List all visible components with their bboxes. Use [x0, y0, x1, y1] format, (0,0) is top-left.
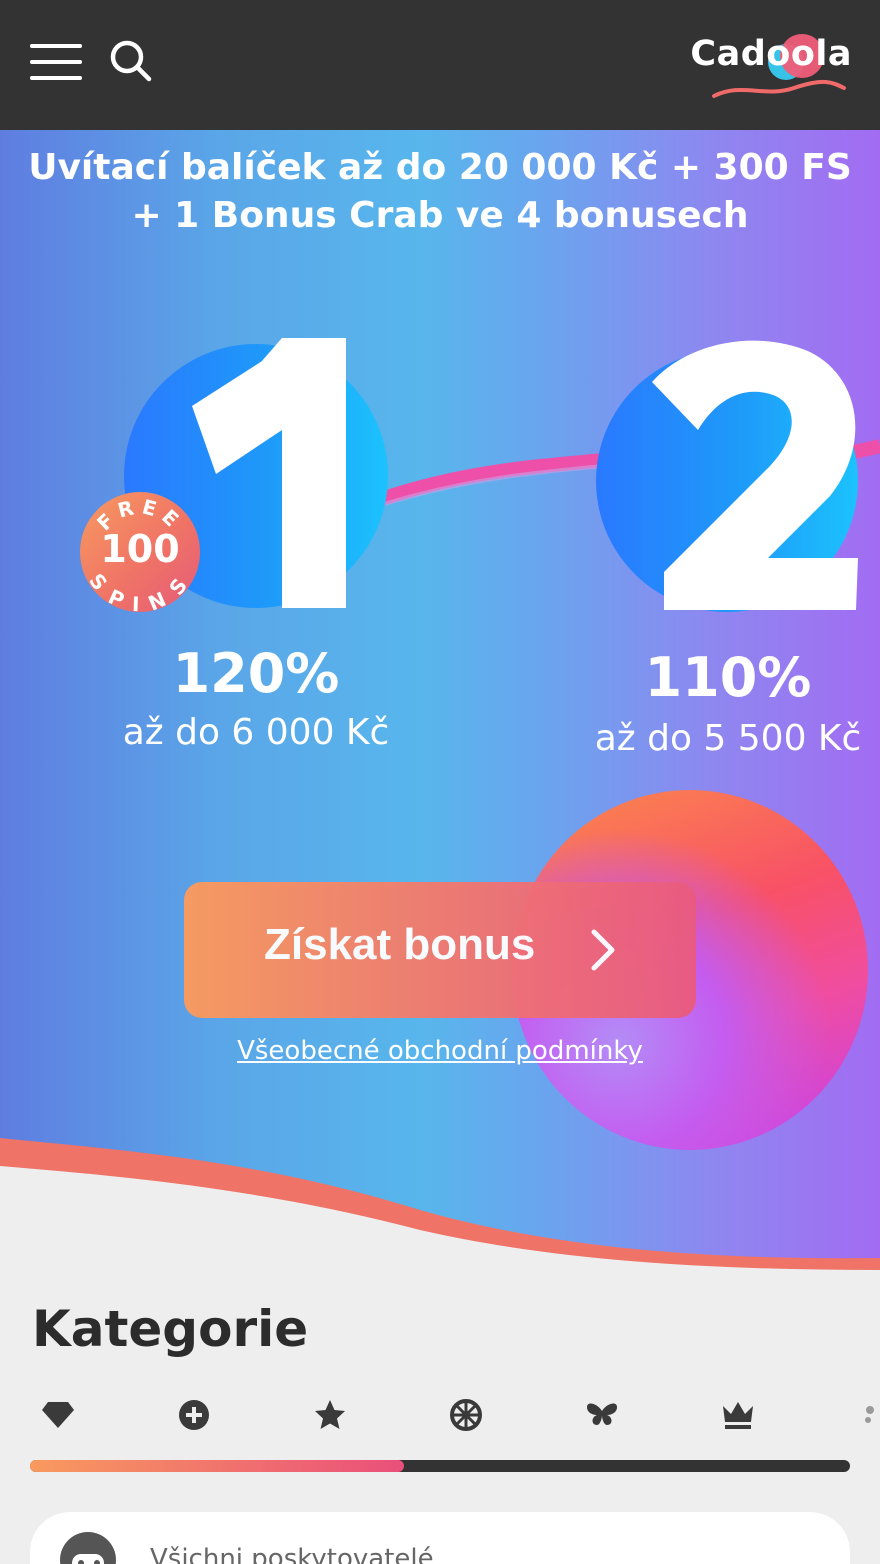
- cadoola-logo[interactable]: Cadoola: [690, 26, 852, 106]
- hamburger-menu-icon[interactable]: [30, 42, 82, 82]
- more-category-icon[interactable]: [848, 1390, 880, 1440]
- category-scroll-thumb[interactable]: [30, 1460, 404, 1472]
- star-icon[interactable]: [305, 1390, 355, 1440]
- diamond-icon[interactable]: [33, 1390, 83, 1440]
- plus-circle-icon[interactable]: [169, 1390, 219, 1440]
- provider-selector[interactable]: Všichni poskytovatelé: [30, 1512, 850, 1564]
- categories-title: Kategorie: [32, 1300, 309, 1358]
- logo-text: Cadoola: [690, 34, 852, 74]
- top-header: Cadoola: [0, 0, 880, 130]
- category-scrollbar[interactable]: [30, 1460, 850, 1472]
- crown-icon[interactable]: [713, 1390, 763, 1440]
- provider-label: Všichni poskytovatelé: [150, 1544, 434, 1564]
- butterfly-icon[interactable]: [577, 1390, 627, 1440]
- hero-bottom-wave: [0, 1138, 880, 1270]
- welcome-bonus-banner: Uvítací balíček až do 20 000 Kč + 300 FS…: [0, 130, 880, 1270]
- search-icon[interactable]: [108, 38, 154, 84]
- gamepad-icon: [60, 1532, 116, 1564]
- wheel-icon[interactable]: [441, 1390, 491, 1440]
- category-icon-row: [0, 1390, 880, 1440]
